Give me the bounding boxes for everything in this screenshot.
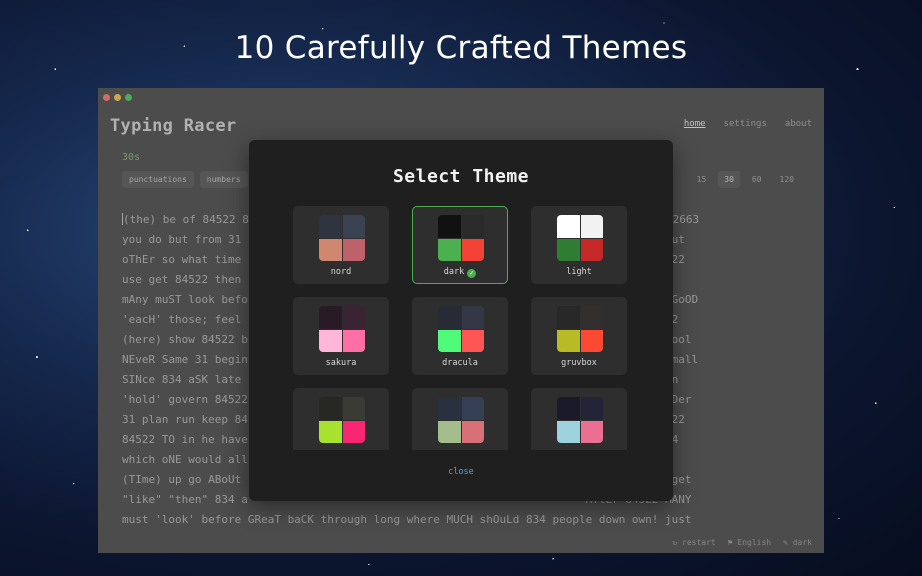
close-button[interactable]: close <box>249 467 673 477</box>
theme-swatch <box>319 397 365 443</box>
swatch-color <box>319 215 342 238</box>
swatch-color <box>557 306 580 329</box>
theme-card-7[interactable] <box>293 388 389 450</box>
theme-swatch <box>557 306 603 352</box>
theme-swatch <box>319 306 365 352</box>
swatch-color <box>557 215 580 238</box>
swatch-color <box>461 397 484 420</box>
swatch-color <box>461 329 484 352</box>
swatch-color <box>580 238 603 261</box>
theme-name: nord <box>330 267 352 277</box>
swatch-color <box>319 238 342 261</box>
theme-name: dracula <box>442 358 478 368</box>
swatch-color <box>438 420 461 443</box>
swatch-color <box>319 397 342 420</box>
swatch-color <box>319 329 342 352</box>
swatch-color <box>319 306 342 329</box>
swatch-color <box>461 238 484 261</box>
swatch-color <box>342 329 365 352</box>
theme-modal: Select Theme nord dark ✓ light sakura dra… <box>249 140 673 501</box>
theme-name: dark <box>443 267 465 277</box>
theme-card-dracula[interactable]: dracula <box>412 297 508 375</box>
theme-name: sakura <box>325 358 357 368</box>
theme-card-sakura[interactable]: sakura <box>293 297 389 375</box>
theme-card-dark[interactable]: dark ✓ <box>412 206 508 284</box>
swatch-color <box>580 215 603 238</box>
swatch-color <box>580 397 603 420</box>
swatch-color <box>342 306 365 329</box>
swatch-color <box>319 420 342 443</box>
swatch-color <box>557 238 580 261</box>
theme-swatch <box>557 397 603 443</box>
swatch-color <box>580 420 603 443</box>
theme-grid: nord dark ✓ light sakura dracula gruvbox <box>293 206 629 450</box>
swatch-color <box>580 306 603 329</box>
theme-card-gruvbox[interactable]: gruvbox <box>531 297 627 375</box>
theme-name: gruvbox <box>561 358 597 368</box>
theme-card-8[interactable] <box>412 388 508 450</box>
swatch-color <box>461 215 484 238</box>
swatch-color <box>342 397 365 420</box>
theme-card-9[interactable] <box>531 388 627 450</box>
swatch-color <box>461 306 484 329</box>
theme-swatch <box>438 397 484 443</box>
theme-swatch <box>438 215 484 261</box>
swatch-color <box>557 397 580 420</box>
swatch-color <box>580 329 603 352</box>
check-icon: ✓ <box>467 269 477 278</box>
theme-name-row: dark ✓ <box>413 267 507 278</box>
theme-card-nord[interactable]: nord <box>293 206 389 284</box>
swatch-color <box>557 329 580 352</box>
theme-name: light <box>566 267 592 277</box>
headline: 10 Carefully Crafted Themes <box>234 30 688 66</box>
swatch-color <box>438 238 461 261</box>
swatch-color <box>438 397 461 420</box>
swatch-color <box>342 238 365 261</box>
swatch-color <box>342 420 365 443</box>
swatch-color <box>438 215 461 238</box>
swatch-color <box>438 329 461 352</box>
theme-swatch <box>438 306 484 352</box>
swatch-color <box>342 215 365 238</box>
swatch-color <box>557 420 580 443</box>
theme-swatch <box>319 215 365 261</box>
swatch-color <box>438 306 461 329</box>
theme-swatch <box>557 215 603 261</box>
theme-card-light[interactable]: light <box>531 206 627 284</box>
modal-title: Select Theme <box>392 166 530 187</box>
swatch-color <box>461 420 484 443</box>
